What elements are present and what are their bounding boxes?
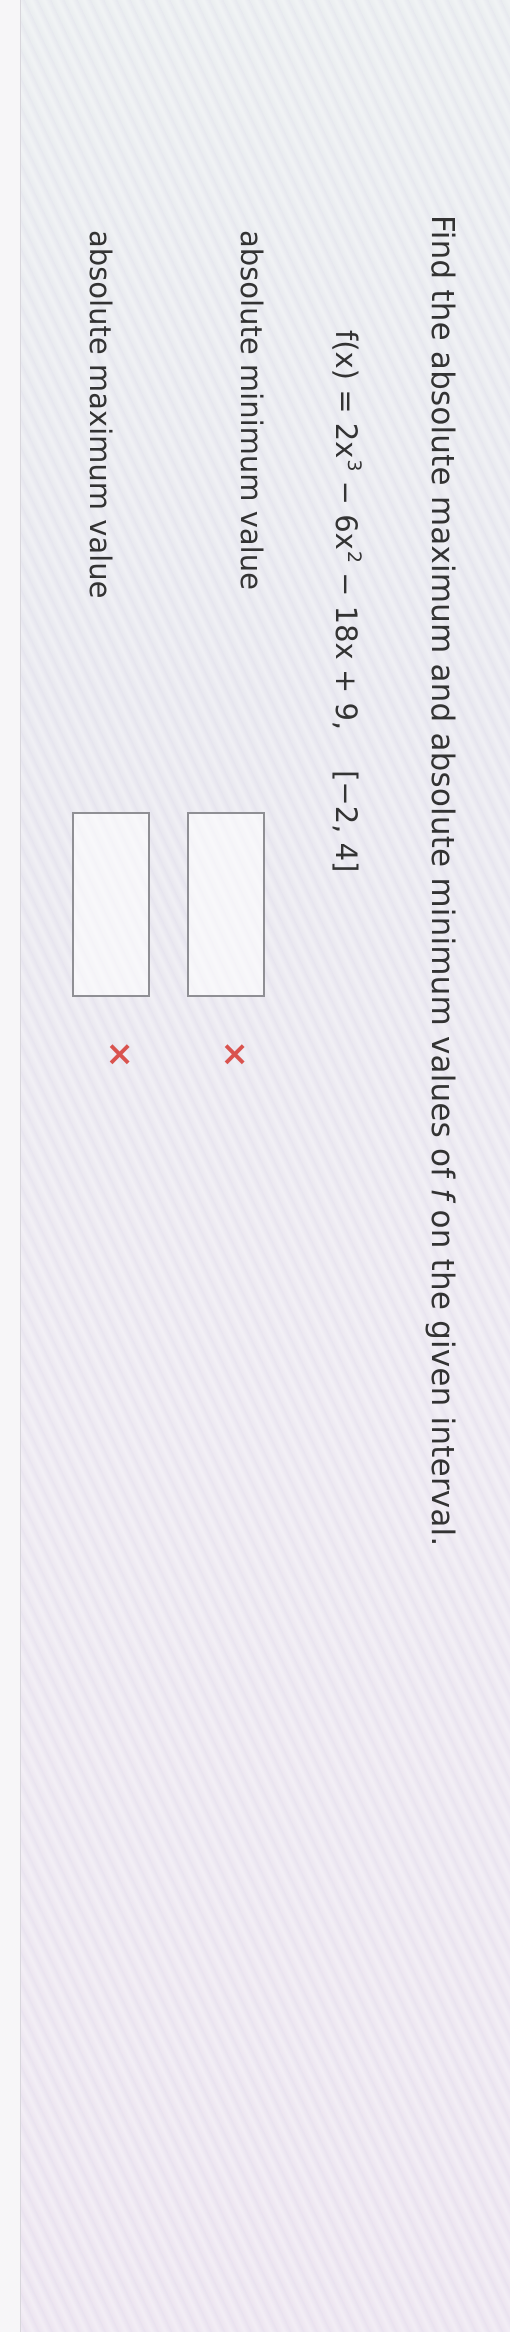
absolute-minimum-label: absolute minimum value: [234, 230, 268, 590]
formula-rest: − 18x + 9,: [329, 562, 363, 731]
function-formula: f(x) = 2x3 − 6x2 − 18x + 9, [−2, 4]: [329, 330, 365, 872]
question-panel: Find the absolute maximum and absolute m…: [0, 0, 510, 2332]
incorrect-icon: ×: [215, 1040, 255, 1069]
absolute-maximum-input[interactable]: [72, 812, 150, 997]
question-variable: f: [424, 1188, 460, 1200]
question-suffix: on the given interval.: [424, 1199, 460, 1547]
absolute-maximum-label: absolute maximum value: [83, 230, 117, 599]
question-text: Find the absolute maximum and absolute m…: [424, 215, 460, 1546]
formula-interval: [−2, 4]: [329, 770, 363, 873]
question-prefix: Find the absolute maximum and absolute m…: [424, 215, 460, 1189]
incorrect-icon: ×: [100, 1040, 140, 1069]
formula-middle: − 6x: [329, 471, 363, 550]
formula-lhs: f(x) = 2x: [329, 330, 363, 459]
formula-exponent-3: 3: [343, 459, 365, 472]
formula-exponent-2: 2: [343, 550, 365, 563]
absolute-minimum-input[interactable]: [187, 812, 265, 997]
